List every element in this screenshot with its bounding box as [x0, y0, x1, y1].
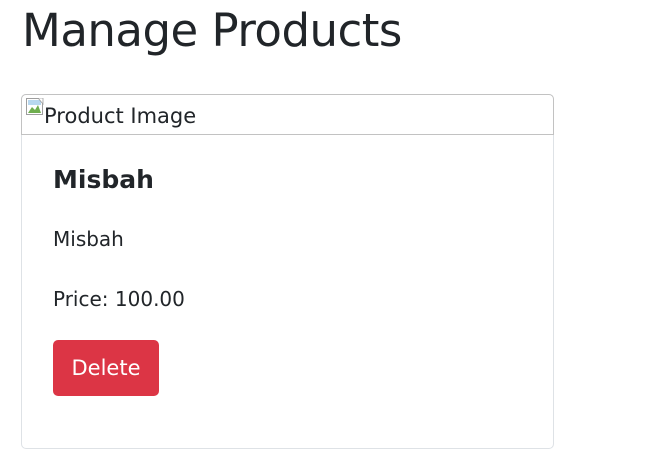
- broken-image-icon: [26, 97, 44, 116]
- product-card-body: Misbah Misbah Price: 100.00 Delete: [53, 165, 523, 396]
- product-description: Misbah: [53, 227, 124, 251]
- product-price: Price: 100.00: [53, 286, 185, 312]
- page-title: Manage Products: [22, 4, 402, 57]
- product-image-alt-text: Product Image: [44, 104, 197, 128]
- delete-button[interactable]: Delete: [53, 340, 159, 396]
- product-card: Product Image Misbah Misbah Price: 100.0…: [21, 94, 554, 449]
- price-value: 100.00: [114, 287, 185, 311]
- product-name: Misbah: [53, 165, 154, 194]
- product-image: Product Image: [21, 94, 554, 135]
- manage-products-page: Manage Products Product Image Misbah Mis…: [0, 0, 663, 464]
- price-label: Price:: [53, 287, 109, 311]
